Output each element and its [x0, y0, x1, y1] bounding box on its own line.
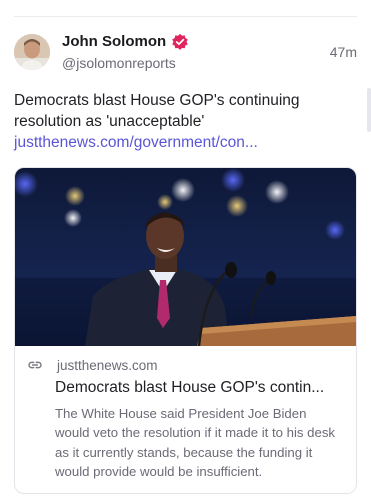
top-divider	[14, 16, 357, 17]
card-title[interactable]: Democrats blast House GOP's contin...	[27, 379, 344, 397]
card-body: justthenews.com Democrats blast House GO…	[15, 346, 356, 493]
post-header: John Solomon @jsolomonreports 47m	[14, 32, 357, 72]
author-handle[interactable]: @jsolomonreports	[62, 55, 330, 71]
post-timestamp[interactable]: 47m	[330, 44, 357, 60]
author-name[interactable]: John Solomon	[62, 33, 166, 50]
author-info: John Solomon @jsolomonreports	[62, 33, 330, 71]
post[interactable]: John Solomon @jsolomonreports 47m Democr…	[14, 32, 357, 494]
author-name-row: John Solomon	[62, 33, 330, 51]
link-icon	[28, 361, 42, 369]
post-link[interactable]: justthenews.com/government/con...	[14, 134, 258, 151]
link-preview-card[interactable]: justthenews.com Democrats blast House GO…	[14, 167, 357, 494]
card-domain: justthenews.com	[57, 357, 158, 373]
verified-badge-icon	[172, 33, 188, 50]
card-description: The White House said President Joe Biden…	[55, 406, 336, 479]
preview-image	[15, 168, 356, 347]
post-text: Democrats blast House GOP's continuing r…	[14, 90, 357, 153]
avatar[interactable]	[14, 34, 50, 70]
card-domain-row: justthenews.com	[27, 357, 344, 373]
scrollbar[interactable]	[367, 88, 371, 132]
post-body: Democrats blast House GOP's continuing r…	[14, 92, 300, 131]
